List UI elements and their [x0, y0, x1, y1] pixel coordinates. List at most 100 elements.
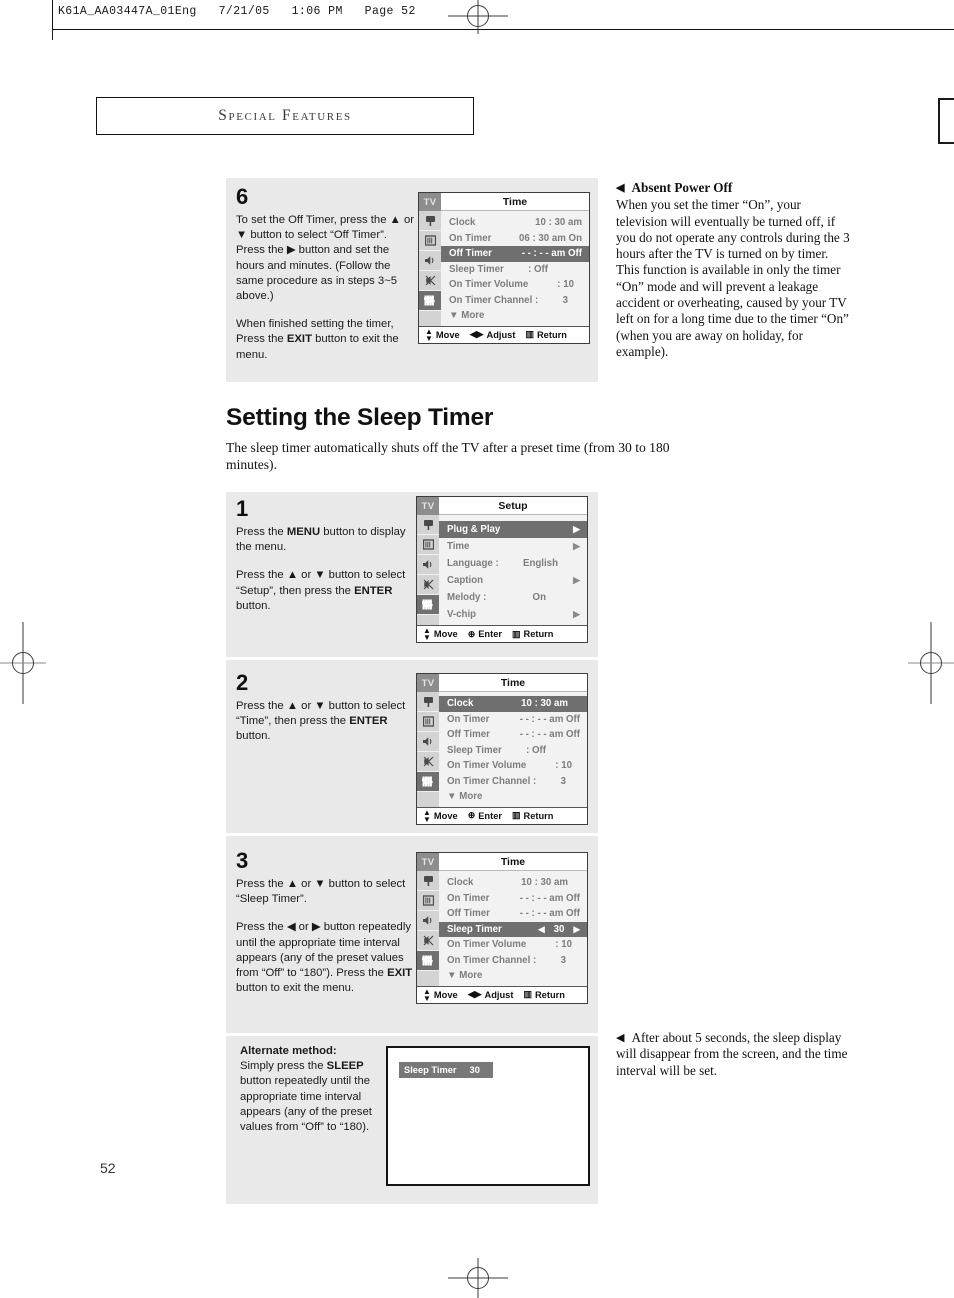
- osd-title: Time: [439, 674, 587, 692]
- sound-icon[interactable]: [417, 555, 439, 575]
- osd-row[interactable]: Sleep Timer: Off: [439, 743, 587, 759]
- osd-row[interactable]: On Timer Volume: 10: [441, 277, 589, 293]
- osd-footer: ▲ ▼ Move ⊕ Enter ▥ Return: [417, 625, 587, 642]
- osd-footer: ▲ ▼ Move ◀▶ Adjust ▥ Return: [417, 985, 587, 1003]
- footer-adjust[interactable]: ◀▶ Adjust: [470, 329, 516, 340]
- osd-row-selected[interactable]: Off Timer - - : - - am Off: [441, 246, 589, 262]
- osd-row-more[interactable]: ▼ More: [439, 789, 587, 805]
- updown-icon: ▲ ▼: [423, 986, 431, 1003]
- footer-adjust[interactable]: ◀▶ Adjust: [468, 989, 514, 1000]
- sound-icon[interactable]: [419, 251, 441, 271]
- footer-move[interactable]: ▲ ▼ Move: [423, 808, 458, 823]
- osd-rows[interactable]: Clock 10 : 30 am On Timer - - : - - am Off…: [439, 692, 587, 807]
- step-6-paragraph-1: To set the Off Timer, press the ▲ or ▼ b…: [236, 214, 414, 303]
- footer-enter[interactable]: ⊕ Enter: [468, 629, 502, 640]
- chevron-right-icon: ▶: [573, 524, 580, 534]
- footer-move[interactable]: ▲ ▼ Move: [423, 986, 458, 1003]
- bleed-tab: [938, 98, 954, 144]
- footer-enter[interactable]: ⊕ Enter: [468, 810, 502, 821]
- setup-icon[interactable]: [417, 772, 439, 792]
- osd-row[interactable]: Clock 10 : 30 am: [441, 215, 589, 231]
- channel-icon[interactable]: [417, 535, 439, 555]
- setup-icon[interactable]: [419, 291, 441, 311]
- section-title-label: Special Features: [218, 107, 352, 124]
- osd-row[interactable]: Off Timer - - : - - am Off: [439, 906, 587, 922]
- sound-icon[interactable]: [417, 911, 439, 931]
- osd-row[interactable]: On Timer Channel :3: [439, 953, 587, 969]
- channel-icon[interactable]: [417, 891, 439, 911]
- osd-time-clock[interactable]: TV Time Clock 10 : 30 am On Timer - - : - …: [416, 673, 588, 825]
- footer-return[interactable]: ▥ Return: [512, 629, 553, 640]
- osd-row-selected[interactable]: Clock 10 : 30 am: [439, 696, 587, 712]
- osd-row-selected[interactable]: Plug & Play ▶: [439, 521, 587, 538]
- osd-icon-rail[interactable]: [417, 692, 439, 807]
- stepper-right-icon[interactable]: ▶: [573, 924, 580, 935]
- osd-setup[interactable]: TV Setup Plug & Play ▶ Time ▶ Language : En…: [416, 496, 588, 643]
- osd-row[interactable]: Clock 10 : 30 am: [439, 875, 587, 891]
- leftright-icon: ◀▶: [469, 329, 484, 339]
- channel-icon[interactable]: [419, 231, 441, 251]
- setup-icon[interactable]: [417, 595, 439, 615]
- header-left-rule: [52, 0, 53, 30]
- osd-icon-rail[interactable]: [419, 211, 441, 326]
- osd-rows[interactable]: Clock 10 : 30 am On Timer 06 : 30 am On Of…: [441, 211, 589, 326]
- mute-icon[interactable]: [417, 575, 439, 595]
- osd-row-more[interactable]: ▼ More: [439, 968, 587, 984]
- menu-icon: ▥: [523, 989, 532, 999]
- osd-row[interactable]: On Timer Channel :3: [441, 293, 589, 309]
- footer-return[interactable]: ▥ Return: [525, 329, 566, 340]
- osd-row[interactable]: Sleep Timer: Off: [441, 262, 589, 278]
- picture-icon[interactable]: [419, 211, 441, 231]
- alternate-method-text: Alternate method: Simply press the SLEEP…: [240, 1044, 386, 1135]
- osd-row[interactable]: On Timer Channel :3: [439, 774, 587, 790]
- enter-icon: ⊕: [467, 628, 476, 639]
- osd-row[interactable]: On Timer - - : - - am Off: [439, 712, 587, 728]
- step-2-paragraph-1: Press the ▲ or ▼ button to select “Time”…: [236, 700, 406, 743]
- registration-mark-top: [448, 0, 508, 34]
- mute-icon[interactable]: [417, 931, 439, 951]
- footer-return[interactable]: ▥ Return: [523, 989, 564, 1000]
- osd-row[interactable]: Time ▶: [439, 538, 587, 555]
- osd-row[interactable]: Caption ▶: [439, 572, 587, 589]
- osd-icon-rail[interactable]: [417, 515, 439, 625]
- osd-row[interactable]: On Timer - - : - - am Off: [439, 891, 587, 907]
- osd-row[interactable]: Off Timer - - : - - am Off: [439, 727, 587, 743]
- setup-icon[interactable]: [417, 951, 439, 971]
- footer-move[interactable]: ▲ ▼ Move: [423, 627, 458, 642]
- osd-time-sleep[interactable]: TV Time Clock 10 : 30 am On Timer - - : - …: [416, 852, 588, 1004]
- osd-titlebar: TV Time: [417, 853, 587, 871]
- step-3-text: 3 Press the ▲ or ▼ button to select “Sle…: [236, 850, 414, 996]
- footer-move[interactable]: ▲ ▼ Move: [425, 327, 460, 342]
- stepper-left-icon[interactable]: ◀: [538, 924, 545, 935]
- chevron-right-icon: ▶: [573, 575, 580, 585]
- value-stepper[interactable]: ◀ 30 ▶: [538, 924, 580, 935]
- picture-icon[interactable]: [417, 871, 439, 891]
- osd-row[interactable]: V-chip ▶: [439, 606, 587, 623]
- osd-titlebar: TV Setup: [417, 497, 587, 515]
- osd-row[interactable]: Melody : On: [439, 589, 587, 606]
- osd-row-more[interactable]: ▼ More: [441, 308, 589, 324]
- osd-rows[interactable]: Plug & Play ▶ Time ▶ Language : English Cap…: [439, 515, 587, 625]
- osd-icon-rail[interactable]: [417, 871, 439, 986]
- step-1-paragraph-1: Press the MENU button to display the men…: [236, 526, 406, 554]
- osd-row[interactable]: On Timer Volume: 10: [439, 937, 587, 953]
- sound-icon[interactable]: [417, 732, 439, 752]
- osd-time-offtimer[interactable]: TV Time Clock 10 : 30 am On Timer 06 : 30 …: [418, 192, 590, 344]
- footer-return[interactable]: ▥ Return: [512, 810, 553, 821]
- step-6-text: 6 To set the Off Timer, press the ▲ or ▼…: [236, 186, 416, 363]
- mute-icon[interactable]: [419, 271, 441, 291]
- osd-row-selected[interactable]: Sleep Timer ◀ 30 ▶: [439, 921, 587, 937]
- alternate-method-heading: Alternate method:: [240, 1045, 337, 1057]
- picture-icon[interactable]: [417, 692, 439, 712]
- osd-body: Plug & Play ▶ Time ▶ Language : English Cap…: [417, 515, 587, 625]
- osd-tv-label: TV: [419, 193, 441, 211]
- osd-row[interactable]: On Timer Volume: 10: [439, 758, 587, 774]
- channel-icon[interactable]: [417, 712, 439, 732]
- picture-icon[interactable]: [417, 515, 439, 535]
- osd-tv-label: TV: [417, 674, 439, 692]
- osd-row[interactable]: On Timer 06 : 30 am On: [441, 231, 589, 247]
- osd-rows[interactable]: Clock 10 : 30 am On Timer - - : - - am Off…: [439, 871, 587, 986]
- menu-icon: ▥: [512, 628, 521, 639]
- mute-icon[interactable]: [417, 752, 439, 772]
- osd-row[interactable]: Language : English: [439, 555, 587, 572]
